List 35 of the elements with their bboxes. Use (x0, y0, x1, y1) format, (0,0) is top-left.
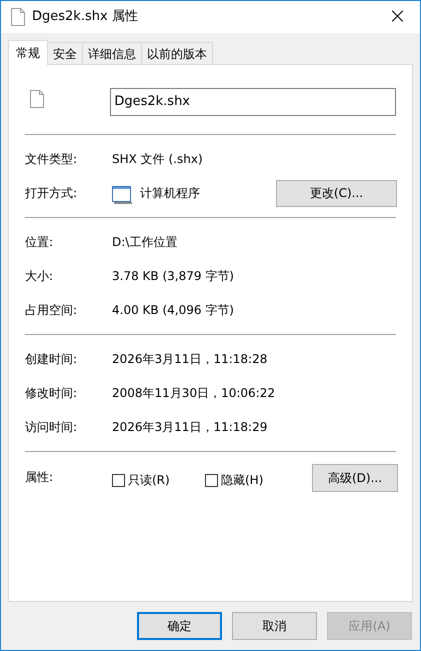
tab[interactable]: 详细信息 (83, 42, 142, 64)
field-label: 文件类型: (25, 151, 78, 168)
field-label: 打开方式: (25, 185, 78, 202)
field-label: 访问时间: (25, 419, 78, 436)
field-label: 位置: (25, 234, 54, 251)
advanced-button[interactable]: 高级(D)... (312, 464, 398, 492)
window-title: Dges2k.shx 属性 (32, 8, 138, 26)
checkbox[interactable] (205, 474, 218, 486)
dialog-button[interactable]: 确定 (137, 612, 222, 640)
window-icon (112, 186, 132, 204)
change-button[interactable]: 更改(C)... (276, 180, 397, 206)
file-icon (11, 8, 25, 26)
file-icon (30, 90, 44, 108)
app-name: 计算机程序 (140, 185, 200, 202)
file-name-field[interactable]: Dges2k.shx (110, 88, 396, 116)
close-button[interactable]: × (375, 1, 420, 33)
field-label: 占用空间: (25, 302, 78, 319)
field-value: D:\工作位置 (112, 234, 178, 251)
field-label: 大小: (25, 268, 54, 285)
field-value: 3.78 KB (3,879 字节) (112, 268, 234, 285)
field-value: SHX 文件 (.shx) (112, 151, 203, 168)
dialog-button[interactable]: 取消 (232, 612, 317, 640)
field-label: 属性: (25, 469, 54, 486)
field-label: 创建时间: (25, 351, 78, 368)
field-value: 2026年3月11日，11:18:28 (112, 351, 268, 368)
field-value: 4.00 KB (4,096 字节) (112, 302, 234, 319)
field-value: 2008年11月30日，10:06:22 (112, 385, 275, 402)
field-label: 修改时间: (25, 385, 78, 402)
checkbox[interactable] (112, 474, 125, 486)
tab[interactable]: 安全 (48, 42, 83, 64)
tab[interactable]: 常规 (8, 40, 48, 65)
tab[interactable]: 以前的版本 (142, 42, 213, 64)
field-value: 2026年3月11日，11:18:29 (112, 419, 268, 436)
checkbox-label: 隐藏(H) (221, 472, 264, 489)
checkbox-label: 只读(R) (128, 472, 170, 489)
